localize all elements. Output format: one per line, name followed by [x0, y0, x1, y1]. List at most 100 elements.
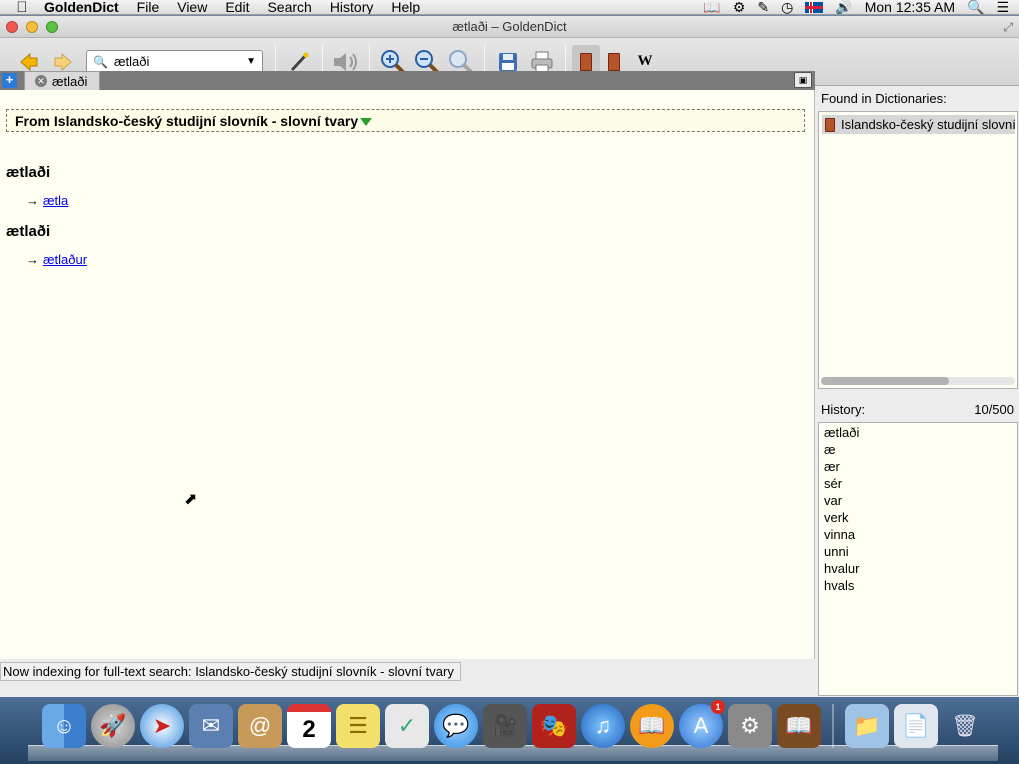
- back-arrow-icon: [20, 52, 38, 71]
- speaker-icon: [334, 52, 357, 71]
- system-preferences-icon[interactable]: ⚙: [728, 704, 772, 748]
- history-title: History: 10/500: [816, 398, 1019, 420]
- finder-icon[interactable]: ☺: [42, 704, 86, 748]
- ibooks-icon[interactable]: 📖: [630, 704, 674, 748]
- reference-line: → ætlaður: [26, 252, 87, 267]
- found-dictionary-item[interactable]: Islandsko-český studijní slovník - slovn…: [822, 115, 1015, 134]
- spotlight-icon[interactable]: 🔍: [967, 0, 984, 14]
- time-machine-icon[interactable]: ◷: [781, 0, 793, 14]
- menu-help[interactable]: Help: [391, 0, 420, 14]
- history-label: History:: [821, 402, 866, 417]
- tab-aetladi[interactable]: ✕ ætlaði: [24, 71, 100, 90]
- new-tab-button[interactable]: +: [2, 73, 17, 88]
- volume-icon[interactable]: 🔊: [835, 0, 852, 14]
- apple-menu-icon[interactable]: : [0, 0, 44, 14]
- notification-center-icon[interactable]: ☰: [996, 0, 1009, 14]
- messages-icon[interactable]: 💬: [434, 704, 478, 748]
- tab-bar: + ✕ ætlaði ▣: [0, 71, 815, 90]
- scrollbar-thumb[interactable]: [821, 377, 949, 385]
- menu-file[interactable]: File: [137, 0, 160, 14]
- history-item[interactable]: hvals: [819, 577, 1017, 594]
- history-item[interactable]: var: [819, 492, 1017, 509]
- history-list: ætlaði æ ær sér var verk vinna unni hval…: [818, 422, 1018, 696]
- history-count: 10/500: [974, 402, 1014, 417]
- tab-label: ætlaði: [52, 73, 88, 89]
- app-store-badge: 1: [711, 700, 725, 714]
- downloads-stack-icon[interactable]: 📄: [894, 704, 938, 748]
- applications-folder-icon[interactable]: 📁: [845, 704, 889, 748]
- history-item[interactable]: verk: [819, 509, 1017, 526]
- menu-search[interactable]: Search: [267, 0, 311, 14]
- menu-clock[interactable]: Mon 12:35 AM: [865, 0, 955, 14]
- tab-list-button[interactable]: ▣: [794, 72, 812, 88]
- trash-icon[interactable]: 🗑: [943, 704, 987, 748]
- history-item[interactable]: unni: [819, 543, 1017, 560]
- found-in-dictionaries-title: Found in Dictionaries:: [816, 87, 1019, 109]
- book-menu-icon[interactable]: 📖: [703, 0, 720, 14]
- close-tab-icon[interactable]: ✕: [35, 75, 47, 87]
- dictionary-header[interactable]: From Islandsko-český studijní slovník - …: [6, 109, 805, 132]
- dictionary-header-title: From Islandsko-český studijní slovník - …: [15, 112, 359, 129]
- found-in-dictionaries-label: Found in Dictionaries:: [821, 91, 947, 106]
- reference-line: → ætla: [26, 193, 68, 208]
- reference-link[interactable]: ætla: [43, 193, 68, 208]
- pen-menu-icon[interactable]: ✎: [757, 0, 769, 14]
- headword: ætlaði: [6, 164, 51, 181]
- photo-booth-icon[interactable]: 🎭: [532, 704, 576, 748]
- found-dictionary-label: Islandsko-český studijní slovník - slovn…: [841, 117, 1015, 132]
- article-view: From Islandsko-český studijní slovník - …: [0, 90, 815, 659]
- found-in-dictionaries-panel: Found in Dictionaries: Islandsko-český s…: [816, 87, 1019, 391]
- history-item[interactable]: ær: [819, 458, 1017, 475]
- horizontal-scrollbar[interactable]: [821, 377, 1015, 385]
- mail-icon[interactable]: ✉: [189, 704, 233, 748]
- status-bar: Now indexing for full-text search: Islan…: [0, 662, 461, 681]
- calendar-icon[interactable]: 2: [287, 704, 331, 748]
- fullscreen-icon[interactable]: ⤢: [1003, 20, 1013, 35]
- history-item[interactable]: vinna: [819, 526, 1017, 543]
- menu-app-name[interactable]: GoldenDict: [44, 0, 119, 14]
- dictionary-book-icon: [825, 117, 835, 132]
- menu-view[interactable]: View: [177, 0, 207, 14]
- reference-link[interactable]: ætlaður: [43, 252, 87, 267]
- menu-history[interactable]: History: [330, 0, 374, 14]
- launchpad-icon[interactable]: 🚀: [91, 704, 135, 748]
- app-store-icon[interactable]: A1: [679, 700, 725, 748]
- mouse-pointer-icon: ⬈: [184, 491, 198, 508]
- contacts-icon[interactable]: @: [238, 704, 282, 748]
- found-in-dictionaries-list: Islandsko-český studijní slovník - slovn…: [818, 111, 1018, 389]
- search-icon: 🔍: [93, 54, 108, 69]
- history-item[interactable]: æ: [819, 441, 1017, 458]
- title-bar: ætlaði – GoldenDict ⤢: [0, 16, 1019, 38]
- status-menus: 📖 ⚙ ✎ ◷ 🔊 Mon 12:35 AM 🔍 ☰: [703, 0, 1019, 14]
- menu-edit[interactable]: Edit: [225, 0, 249, 14]
- gear-menu-icon[interactable]: ⚙: [733, 0, 746, 14]
- goldendict-dock-icon[interactable]: 📖: [777, 704, 821, 748]
- chevron-down-icon[interactable]: ▼: [246, 56, 256, 67]
- window-title: ætlaði – GoldenDict: [452, 19, 567, 34]
- itunes-icon[interactable]: ♫: [581, 704, 625, 748]
- dock-icons: ☺ 🚀 ➤ ✉ @ 2 ☰ ✓ 💬 🎥 🎭 ♫ 📖 A1 ⚙ 📖 📁 📄 🗑: [42, 700, 987, 748]
- right-arrow-icon: →: [26, 193, 39, 208]
- dictionary-book-icon: [580, 52, 592, 71]
- history-item[interactable]: hvalur: [819, 560, 1017, 577]
- history-item[interactable]: ætlaði: [819, 424, 1017, 441]
- printer-icon: [531, 51, 553, 72]
- forward-arrow-icon: [54, 52, 72, 71]
- dictionary-book-icon: [608, 52, 620, 71]
- right-arrow-icon: →: [26, 252, 39, 267]
- facetime-icon[interactable]: 🎥: [483, 704, 527, 748]
- search-input[interactable]: [113, 54, 247, 69]
- search-combo[interactable]: 🔍 ▼: [86, 49, 263, 74]
- headword: ætlaði: [6, 223, 51, 240]
- input-source-flag-icon[interactable]: [805, 1, 824, 13]
- history-item[interactable]: sér: [819, 475, 1017, 492]
- dock-separator: [832, 704, 834, 748]
- reminders-icon[interactable]: ✓: [385, 704, 429, 748]
- floppy-disk-icon: [499, 52, 517, 71]
- notes-icon[interactable]: ☰: [336, 704, 380, 748]
- collapse-arrow-icon[interactable]: [360, 117, 373, 126]
- safari-icon[interactable]: ➤: [140, 704, 184, 748]
- magic-wand-icon: [290, 52, 309, 71]
- menu-bar:  GoldenDict File View Edit Search Histo…: [0, 0, 1019, 15]
- dock: ☺ 🚀 ➤ ✉ @ 2 ☰ ✓ 💬 🎥 🎭 ♫ 📖 A1 ⚙ 📖 📁 📄 🗑: [0, 697, 1019, 764]
